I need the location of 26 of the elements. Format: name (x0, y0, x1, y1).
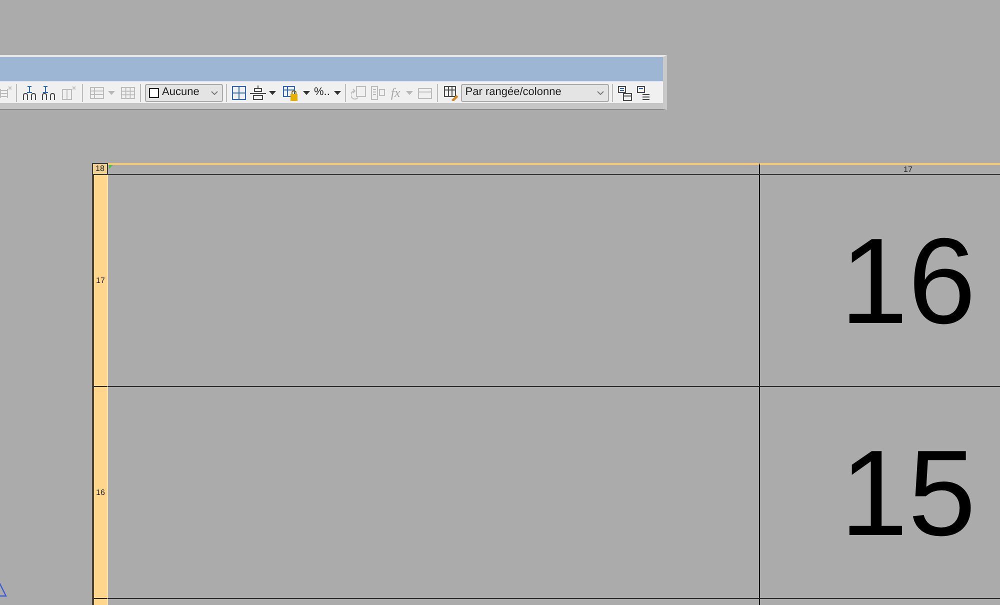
row-header[interactable]: 16 (92, 387, 108, 599)
corner-header[interactable]: 18 (92, 163, 108, 175)
swatch-icon (149, 88, 159, 98)
column-insert-icon[interactable] (22, 84, 38, 100)
table-brush-icon[interactable] (443, 84, 460, 100)
table-lock-icon[interactable] (282, 84, 298, 100)
cell-marker-icon (109, 165, 113, 169)
table-cell: 15 (760, 387, 1000, 599)
chevron-icon (211, 90, 218, 94)
table-cell: 16 (760, 175, 1000, 387)
triangle-icon (0, 583, 7, 597)
number-format-button[interactable]: %.. (314, 87, 330, 98)
caret-icon[interactable] (334, 90, 341, 94)
column-insert-icon[interactable] (41, 84, 57, 100)
table-list-icon[interactable] (617, 84, 634, 100)
list-icon[interactable] (636, 84, 650, 100)
align-center-icon[interactable] (250, 84, 266, 100)
border-style-dropdown[interactable]: Aucune (145, 84, 223, 102)
caret-icon[interactable] (303, 90, 310, 94)
column-header[interactable]: 17 (760, 163, 1000, 175)
caret-icon[interactable] (269, 90, 276, 94)
row-header[interactable]: 17 (92, 175, 108, 387)
series-dropdown[interactable]: Par rangée/colonne (461, 84, 610, 102)
chevron-icon (597, 90, 604, 94)
row-header[interactable] (92, 599, 108, 605)
borders-icon[interactable] (231, 84, 247, 100)
